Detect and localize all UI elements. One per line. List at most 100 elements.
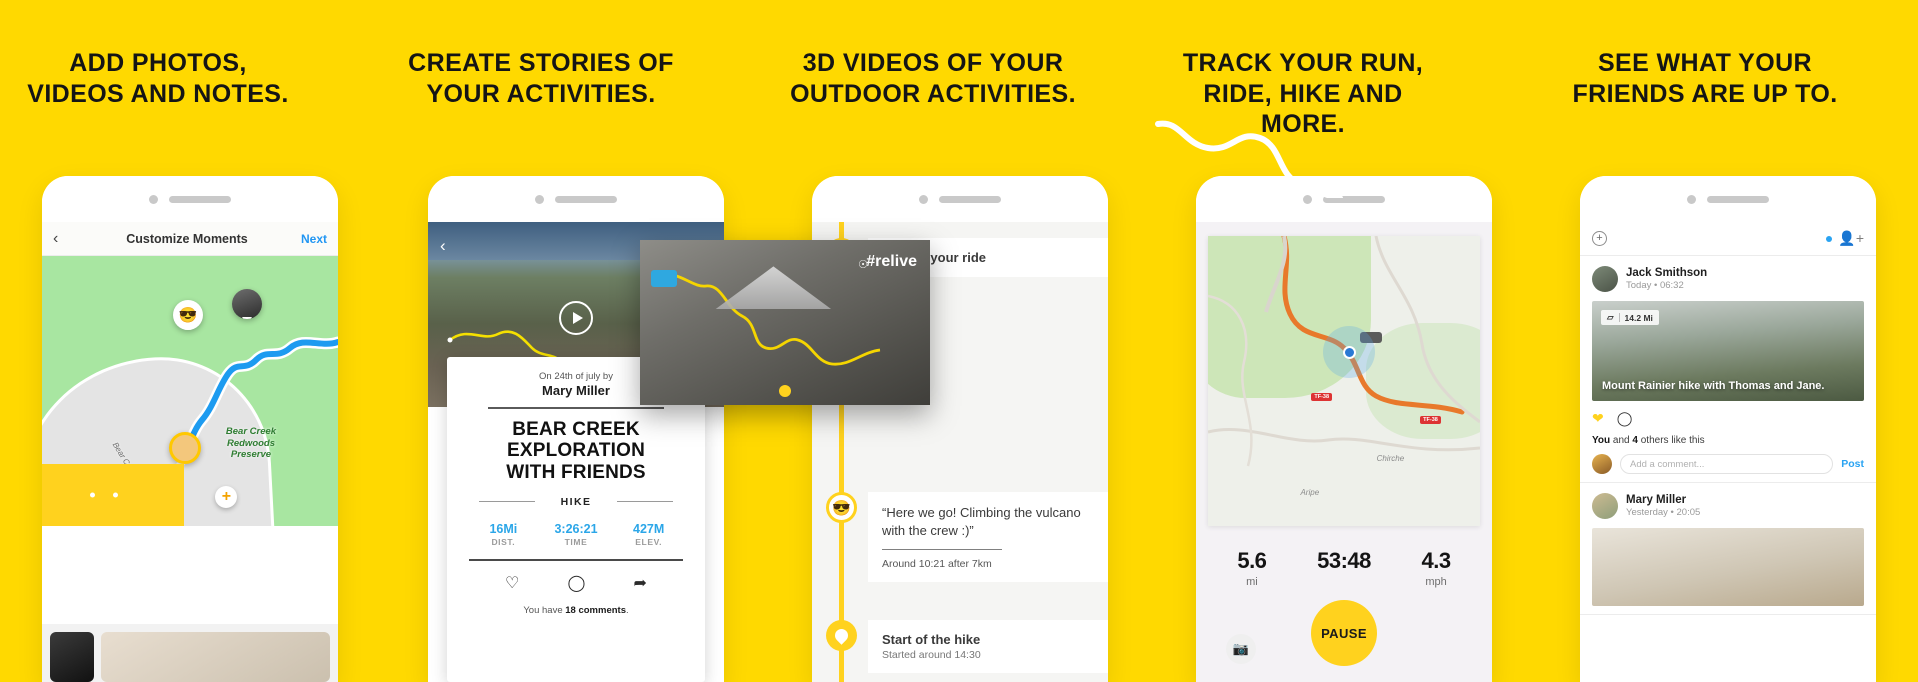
map-moment-pin-photo[interactable]	[232, 289, 262, 319]
speaker-bar-icon	[1707, 195, 1769, 203]
add-friend-icon[interactable]: 👤+	[1838, 230, 1864, 247]
post-author-block: Jack Smithson Today • 06:32	[1626, 267, 1707, 291]
heart-icon[interactable]: ❤	[1592, 410, 1604, 427]
photo-thumbnail-strip[interactable]	[42, 624, 338, 682]
relive-3d-video-player[interactable]: ☉ #relive	[640, 240, 930, 405]
phone-notch	[1580, 176, 1876, 222]
post-author-block: Mary Miller Yesterday • 20:05	[1626, 494, 1700, 518]
phone-notch	[42, 176, 338, 222]
column-heading-3: 3D VIDEOS OF YOUR OUTDOOR ACTIVITIES.	[790, 49, 1076, 108]
divider	[478, 500, 536, 502]
post-comment-button[interactable]: Post	[1841, 458, 1864, 470]
back-icon[interactable]: ‹	[53, 230, 73, 248]
post-author-name: Jack Smithson	[1626, 267, 1708, 279]
stat-time: 3:26:21 TIME	[554, 521, 598, 547]
comment-icon[interactable]: ◯	[1617, 410, 1633, 427]
map-place-label: Chirche	[1376, 453, 1405, 463]
sunglasses-emoji-icon: 😎	[178, 307, 198, 324]
post-actions: ❤ ◯	[1592, 410, 1864, 427]
phone-4-screen: TF-38 TF-38 Chirche Aripe 5.6 mi 53:48 4…	[1196, 222, 1492, 682]
column-heading-1: ADD PHOTOS, VIDEOS AND NOTES.	[27, 49, 289, 108]
timeline-moment-quote[interactable]: 😎 “Here we go! Climbing the vulcano with…	[812, 492, 1108, 582]
moments-map[interactable]: 😎 Bear Creek Redwoods Preserve Bear Cree…	[42, 256, 338, 526]
timeline-card: “Here we go! Climbing the vulcano with t…	[868, 492, 1108, 582]
page-title: Customize Moments	[126, 231, 248, 246]
heart-icon[interactable]: ♡	[505, 573, 519, 593]
decorative-route-squiggle	[1155, 120, 1343, 198]
feed-toolbar-right: 👤+	[1826, 230, 1864, 247]
stat-distance: 16Mi DIST.	[489, 521, 518, 547]
back-icon[interactable]: ‹	[440, 236, 446, 256]
tracking-stats: 5.6 mi 53:48 4.3 mph	[1196, 526, 1492, 592]
camera-dot-icon	[535, 194, 544, 204]
story-card: On 24th of july by Mary Miller BEAR CREE…	[447, 357, 705, 682]
comment-input[interactable]: Add a comment...	[1620, 454, 1834, 474]
moment-meta: Around 10:21 after 7km	[882, 557, 992, 570]
camera-dot-icon	[1687, 194, 1696, 204]
stat-distance: 5.6 mi	[1237, 548, 1267, 588]
speaker-bar-icon	[169, 195, 231, 203]
timeline-card: Start of the hike Started around 14:30	[868, 620, 1108, 673]
next-button[interactable]: Next	[301, 232, 327, 246]
timeline-event-start-hike[interactable]: Start of the hike Started around 14:30	[812, 620, 1108, 673]
play-button[interactable]	[559, 301, 593, 336]
road-shield-badge: TF-38	[1420, 415, 1441, 424]
video-progress-dot[interactable]	[779, 385, 791, 397]
map-selected-strip	[42, 464, 185, 526]
moment-quote: “Here we go! Climbing the vulcano with t…	[882, 505, 1081, 538]
stat-duration: 53:48	[1317, 548, 1371, 573]
post-image[interactable]: ▱ 14.2 Mi Mount Rainier hike with Thomas…	[1592, 301, 1864, 401]
share-icon[interactable]: ➦	[634, 573, 647, 593]
post-author-name: Mary Miller	[1626, 494, 1687, 506]
live-tracking-map[interactable]: TF-38 TF-38 Chirche Aripe	[1208, 236, 1480, 526]
thumbnail-item[interactable]	[101, 632, 330, 682]
pause-button[interactable]: PAUSE	[1311, 600, 1377, 666]
thumbnail-item[interactable]	[50, 632, 94, 682]
camera-button[interactable]: 📷	[1226, 634, 1256, 664]
map-park-label: Bear Creek Redwoods Preserve	[225, 426, 277, 461]
marketing-screenshot: ADD PHOTOS, VIDEOS AND NOTES. CREATE STO…	[0, 0, 1918, 682]
route-icon: ▱	[1607, 312, 1614, 322]
phone-notch	[428, 176, 724, 222]
notification-dot-icon	[1826, 235, 1833, 242]
speaker-bar-icon	[939, 195, 1001, 203]
distance-value: 14.2 Mi	[1624, 312, 1653, 323]
comment-icon[interactable]: ◯	[568, 573, 586, 593]
play-icon	[572, 312, 583, 325]
avatar[interactable]	[1592, 493, 1618, 519]
road-shield-badge: TF-38	[1311, 392, 1333, 401]
column-heading-2: CREATE STORIES OF YOUR ACTIVITIES.	[408, 49, 674, 108]
add-post-icon[interactable]: +	[1592, 231, 1607, 246]
map-moment-pin-emoji[interactable]: 😎	[173, 300, 203, 330]
video-map-badge	[651, 270, 677, 287]
divider	[469, 558, 683, 561]
activity-type-row: HIKE	[463, 492, 689, 512]
feed-toolbar: + 👤+	[1580, 222, 1876, 256]
post-likes: You and 4 others like this	[1592, 435, 1705, 446]
post-image[interactable]	[1592, 528, 1864, 606]
map-track-path	[1208, 236, 1480, 467]
story-title: BEAR CREEK EXPLORATION WITH FRIENDS	[506, 419, 646, 483]
sunglasses-emoji-icon: 😎	[826, 492, 857, 523]
distance-badge: ▱ 14.2 Mi	[1601, 310, 1659, 325]
post-header: Jack Smithson Today • 06:32	[1592, 266, 1864, 292]
event-title: Start of the hike	[882, 632, 981, 647]
map-place-label: Aripe	[1300, 488, 1320, 498]
column-heading-5: SEE WHAT YOUR FRIENDS ARE UP TO.	[1572, 49, 1838, 108]
tracking-controls: 📷 PAUSE	[1196, 592, 1492, 666]
phone-notch	[812, 176, 1108, 222]
phone-1-screen: ‹ Customize Moments Next 😎 Bear Creek Re…	[42, 222, 338, 682]
stat-speed: 4.3 mph	[1421, 548, 1452, 588]
phone-1-frame: ‹ Customize Moments Next 😎 Bear Creek Re…	[42, 176, 338, 682]
feed-post: Jack Smithson Today • 06:32 ▱ 14.2 Mi Mo…	[1580, 256, 1876, 483]
customize-moments-navbar: ‹ Customize Moments Next	[42, 222, 338, 256]
avatar[interactable]	[1592, 266, 1618, 292]
relive-brand-logo: #relive	[866, 253, 917, 270]
strip-dots-icon	[90, 492, 119, 498]
map-current-moment-pin[interactable]	[169, 432, 201, 464]
phone-5-frame: + 👤+ Jack Smithson Today • 06:32 ▱ 14.2 …	[1580, 176, 1876, 682]
event-subtitle: Started around 14:30	[882, 649, 981, 661]
divider	[882, 548, 1002, 550]
camera-dot-icon	[149, 194, 158, 204]
divider	[616, 500, 674, 502]
